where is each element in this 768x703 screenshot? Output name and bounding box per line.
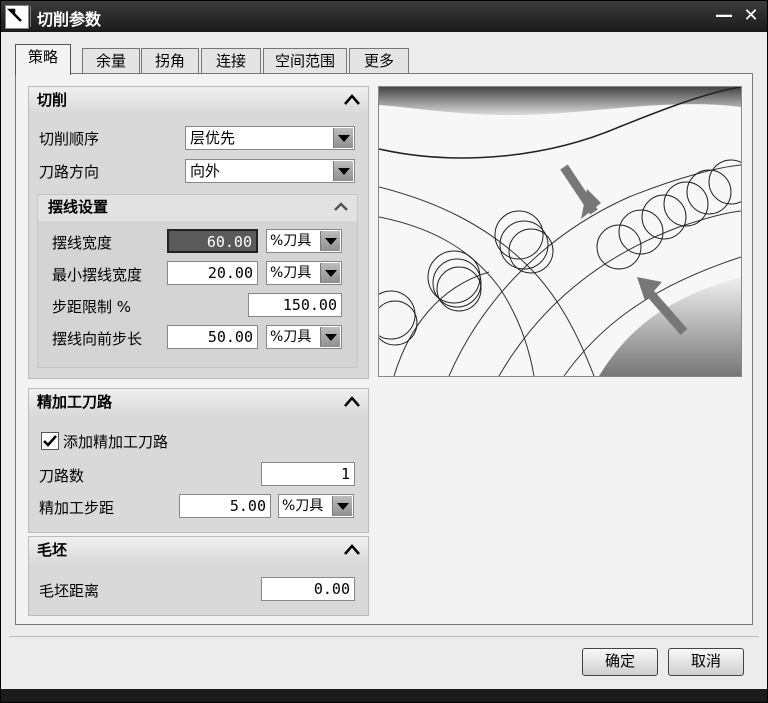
min-trochoid-width-input[interactable]: 20.00 (167, 261, 258, 285)
trochoid-forward-step-label: 摆线向前步长 (52, 330, 143, 348)
cut-order-label: 切削顺序 (39, 130, 100, 148)
finish-passes-section-body: 添加精加工刀路 刀路数 1 精加工步距 5.00 %刀具 (28, 417, 369, 533)
chevron-down-icon[interactable] (320, 327, 340, 347)
trochoid-forward-step-input[interactable]: 50.00 (167, 325, 258, 349)
blank-distance-input[interactable]: 0.00 (261, 577, 355, 601)
tab-corners[interactable]: 拐角 (141, 48, 199, 74)
ok-button[interactable]: 确定 (582, 648, 658, 676)
chevron-down-icon[interactable] (333, 161, 353, 181)
trochoid-settings-header[interactable]: 摆线设置 (37, 194, 358, 222)
path-direction-label: 刀路方向 (39, 163, 100, 181)
tab-stock[interactable]: 余量 (82, 48, 140, 74)
trochoid-width-unit-select[interactable]: %刀具 (266, 229, 342, 253)
finish-stepover-input[interactable]: 5.00 (179, 494, 271, 518)
collapse-chevron-icon[interactable] (342, 540, 362, 560)
blank-section-title: 毛坯 (37, 541, 68, 559)
path-direction-select[interactable]: 向外 (185, 159, 355, 183)
chevron-down-icon[interactable] (333, 128, 353, 148)
cutting-section-title: 切削 (37, 91, 68, 109)
blank-distance-label: 毛坯距离 (39, 582, 100, 600)
finish-stepover-label: 精加工步距 (39, 499, 115, 517)
minimize-button[interactable]: — (713, 5, 735, 27)
min-trochoid-width-unit-select[interactable]: %刀具 (266, 261, 342, 285)
add-finish-pass-checkbox[interactable] (41, 432, 59, 450)
trochoid-width-input[interactable]: 60.00 (167, 229, 258, 253)
checkmark-icon (43, 435, 57, 447)
min-trochoid-width-label: 最小摆线宽度 (52, 266, 143, 284)
finish-passes-section-header[interactable]: 精加工刀路 (28, 388, 369, 418)
trochoidal-milling-preview (366, 86, 754, 377)
cancel-button[interactable]: 取消 (668, 648, 744, 676)
cutting-section-header[interactable]: 切削 (28, 86, 369, 116)
trochoid-width-label: 摆线宽度 (52, 234, 113, 252)
unit-value: %刀具 (270, 265, 312, 281)
chevron-down-icon[interactable] (332, 496, 352, 516)
title-separator (30, 6, 31, 27)
finish-stepover-unit-select[interactable]: %刀具 (278, 494, 354, 518)
blank-section-header[interactable]: 毛坯 (28, 536, 369, 566)
chevron-down-icon[interactable] (320, 263, 340, 283)
collapse-chevron-icon[interactable] (331, 197, 351, 217)
cut-order-select[interactable]: 层优先 (185, 126, 355, 150)
cut-order-value: 层优先 (190, 129, 236, 147)
add-finish-pass-label: 添加精加工刀路 (63, 433, 169, 451)
footer-divider (9, 636, 759, 637)
collapse-chevron-icon[interactable] (342, 90, 362, 110)
step-limit-input[interactable]: 150.00 (248, 293, 342, 317)
cutting-parameters-dialog: 切削参数 — ✕ 策略 余量 拐角 连接 空间范围 更多 切削 切削顺序 层优先… (0, 0, 768, 703)
tab-more[interactable]: 更多 (349, 48, 409, 74)
trochoid-forward-step-unit-select[interactable]: %刀具 (266, 325, 342, 349)
unit-value: %刀具 (270, 233, 312, 249)
finish-passes-section-title: 精加工刀路 (37, 393, 113, 411)
tab-strategy[interactable]: 策略 (15, 44, 71, 75)
title-bar[interactable]: 切削参数 — ✕ (1, 1, 767, 32)
tab-containment[interactable]: 空间范围 (263, 48, 347, 74)
tab-connections[interactable]: 连接 (201, 48, 261, 74)
trochoid-settings-title: 摆线设置 (48, 198, 109, 216)
blank-section-body: 毛坯距离 0.00 (28, 565, 369, 616)
chevron-down-icon[interactable] (320, 231, 340, 251)
app-wrench-icon (5, 5, 29, 29)
collapse-chevron-icon[interactable] (342, 392, 362, 412)
window-bottom-border (1, 689, 767, 702)
close-button[interactable]: ✕ (740, 5, 762, 27)
unit-value: %刀具 (282, 498, 324, 514)
trochoidal-milling-diagram (366, 86, 754, 377)
window-title: 切削参数 (37, 10, 102, 29)
unit-value: %刀具 (270, 329, 312, 345)
pass-count-input[interactable]: 1 (261, 462, 355, 486)
strategy-panel: 切削 切削顺序 层优先 刀路方向 向外 摆线设置 摆线宽度 60.00 %刀具 … (15, 73, 754, 625)
trochoid-settings-body: 摆线宽度 60.00 %刀具 最小摆线宽度 20.00 %刀具 步距限制 % 1… (37, 221, 358, 368)
cutting-section-body: 切削顺序 层优先 刀路方向 向外 摆线设置 摆线宽度 60.00 %刀具 最小摆… (28, 115, 369, 379)
path-direction-value: 向外 (190, 162, 221, 180)
step-limit-label: 步距限制 % (52, 298, 132, 316)
pass-count-label: 刀路数 (39, 467, 85, 485)
